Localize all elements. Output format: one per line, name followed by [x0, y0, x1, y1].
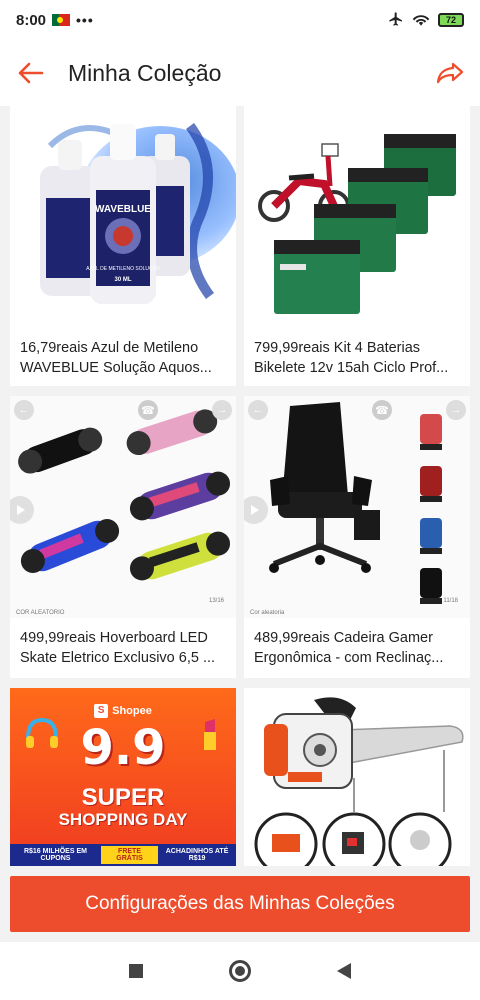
app-bar: Minha Coleção [0, 40, 480, 106]
product-title-line2: Skate Eletrico Exclusivo 6,5 ... [20, 650, 216, 666]
product-title-line2: Ergonômica - com Reclinaç... [254, 650, 444, 666]
product-title-line1: 16,79reais Azul de Metileno [20, 340, 199, 356]
image-counter: 13/16 [208, 598, 224, 604]
page-title: Minha Coleção [68, 59, 222, 86]
product-card-gamer-chair[interactable]: ← ☎ → 11/18 Cor aleatoria 489,99reais Ca… [244, 396, 470, 678]
image-prev-icon[interactable]: ← [14, 400, 34, 420]
status-bar: 8:00 ••• 72 [0, 0, 480, 40]
image-next-icon[interactable]: → [212, 400, 232, 420]
play-icon [17, 505, 25, 515]
image-next-icon[interactable]: → [446, 400, 466, 420]
product-card-batteries[interactable]: 799,99reais Kit 4 Baterias Bikelete 12v … [244, 106, 470, 386]
product-title-line1: 799,99reais Kit 4 Baterias [254, 340, 421, 356]
image-tag: COR ALEATORIO [16, 610, 65, 616]
product-image: WAVEBLUE AZUL DE METILENO SOLUÇÃO 30 ML [10, 106, 236, 328]
bottle-sub-label: AZUL DE METILENO SOLUÇÃO [86, 265, 160, 272]
promo-badges: R$16 MILHÕES EM CUPONS FRETE GRÁTIS ACHA… [10, 844, 236, 866]
product-caption: 16,79reais Azul de Metileno WAVEBLUE Sol… [10, 328, 236, 386]
product-title-line2: Bikelete 12v 15ah Ciclo Prof... [254, 360, 449, 376]
bottle-brand-label: WAVEBLUE [95, 204, 151, 215]
battery-icon: 72 [438, 13, 464, 27]
whatsapp-icon: ☎ [138, 400, 158, 420]
gamer-chair-illustration [269, 402, 380, 573]
bottle-volume-label: 30 ML [114, 277, 131, 283]
product-image: ← ☎ → 13/16 COR ALEATORIO [10, 396, 236, 618]
product-image: ← ☎ → 11/18 Cor aleatoria [244, 396, 470, 618]
promo-badge-free-shipping: FRETE GRÁTIS [100, 846, 159, 864]
wifi-icon [412, 12, 430, 29]
system-navigation-bar [0, 942, 480, 1000]
product-caption: 499,99reais Hoverboard LED Skate Eletric… [10, 618, 236, 676]
shopee-bag-icon: S [94, 704, 109, 718]
product-image [244, 688, 470, 866]
promo-badge-coupons: R$16 MILHÕES EM CUPONS [23, 848, 87, 862]
promo-super: SUPER [81, 784, 165, 811]
collection-settings-button[interactable]: Configurações das Minhas Coleções [10, 876, 470, 932]
product-card-waveblue[interactable]: WAVEBLUE AZUL DE METILENO SOLUÇÃO 30 ML … [10, 106, 236, 386]
product-title-line2: WAVEBLUE Solução Aquos... [20, 360, 212, 376]
product-card-shopee-promo[interactable]: S Shopee 9.9 SUPER SHOPPING DAY R$16 MILH… [10, 688, 236, 866]
shopee-promo-banner: S Shopee 9.9 SUPER SHOPPING DAY R$16 MILH… [10, 688, 236, 866]
promo-date: 9.9 [80, 720, 166, 776]
airplane-mode-icon [388, 11, 404, 30]
product-caption: 489,99reais Cadeira Gamer Ergonômica - c… [244, 618, 470, 676]
image-tag: Cor aleatoria [250, 610, 285, 616]
more-notifications-icon: ••• [76, 12, 94, 28]
back-button[interactable] [0, 40, 60, 106]
status-time: 8:00 [16, 11, 47, 29]
product-caption: 799,99reais Kit 4 Baterias Bikelete 12v … [244, 328, 470, 386]
portugal-flag-icon [52, 14, 71, 26]
product-card-hoverboard[interactable]: ← ☎ → 13/16 COR ALEATORIO 499,99reais Ho… [10, 396, 236, 678]
collection-grid: WAVEBLUE AZUL DE METILENO SOLUÇÃO 30 ML … [10, 106, 470, 866]
system-back-icon[interactable] [337, 963, 351, 979]
home-icon[interactable] [229, 960, 251, 982]
play-icon [251, 505, 259, 515]
whatsapp-icon: ☎ [372, 400, 392, 420]
product-title-line1: 489,99reais Cadeira Gamer [254, 630, 433, 646]
recent-apps-icon[interactable] [129, 964, 143, 978]
promo-shopping-day: SHOPPING DAY [58, 810, 188, 829]
image-prev-icon[interactable]: ← [248, 400, 268, 420]
promo-badge-deals: ACHADINHOS ATÉ R$19 [165, 848, 229, 862]
chainsaw-illustration [264, 697, 464, 789]
share-button[interactable] [420, 40, 480, 106]
share-icon [436, 62, 464, 84]
arrow-left-icon [18, 62, 44, 84]
product-title-line1: 499,99reais Hoverboard LED [20, 630, 208, 646]
image-counter: 11/18 [443, 598, 458, 604]
product-card-chainsaw[interactable] [244, 688, 470, 866]
promo-brand: Shopee [112, 704, 152, 717]
product-image [244, 106, 470, 328]
